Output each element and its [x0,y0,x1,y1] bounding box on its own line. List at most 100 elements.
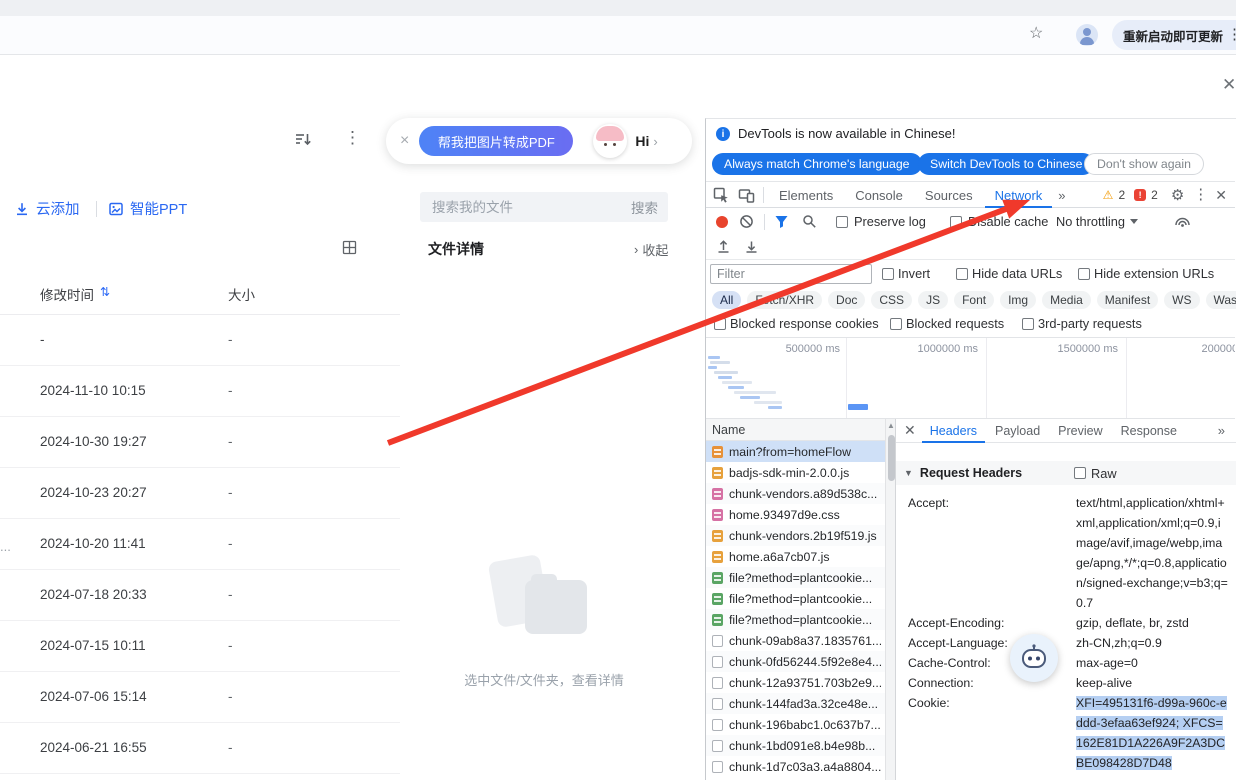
table-row[interactable]: 2024-06-21 16:55 - [0,723,400,774]
chip-img[interactable]: Img [1000,291,1036,309]
tab-preview[interactable]: Preview [1050,419,1110,443]
chip-font[interactable]: Font [954,291,994,309]
tab-console[interactable]: Console [845,183,913,208]
update-chip[interactable]: 重新启动即可更新 ⋮ [1112,20,1236,50]
export-har-icon[interactable] [744,239,759,254]
request-row[interactable]: file?method=plantcookie... [706,567,885,588]
grid-view-icon[interactable] [342,240,357,255]
chip-js[interactable]: JS [918,291,948,309]
file-search-input[interactable] [432,200,631,215]
assistant-mascot[interactable] [1010,634,1058,682]
network-conditions-icon[interactable] [1174,213,1191,229]
request-row[interactable]: chunk-0fd56244.5f92e8e4... [706,651,885,672]
table-row[interactable]: 2024-07-06 15:14 - [0,672,400,723]
chip-media[interactable]: Media [1042,291,1091,309]
clear-icon[interactable] [739,214,754,229]
request-row[interactable]: chunk-1bd091e8.b4e98b... [706,735,885,756]
table-row[interactable]: 2024-10-30 19:27 - [0,417,400,468]
match-language-button[interactable]: Always match Chrome's language [712,153,922,175]
request-row[interactable]: file?method=plantcookie... [706,609,885,630]
chip-fetch-xhr[interactable]: Fetch/XHR [747,291,822,309]
warning-icon[interactable]: ⚠ [1103,188,1114,202]
close-details-icon[interactable]: ✕ [904,422,916,439]
error-icon[interactable]: ! [1134,189,1146,201]
hide-extension-urls-checkbox[interactable] [1078,268,1090,280]
request-row[interactable]: chunk-vendors.a89d538c... [706,483,885,504]
request-row[interactable]: file?method=plantcookie... [706,588,885,609]
chip-manifest[interactable]: Manifest [1097,291,1158,309]
disable-cache-checkbox[interactable] [950,216,962,228]
more-tabs-icon[interactable]: » [1054,188,1069,203]
table-row[interactable]: 2024-07-18 20:33 - [0,570,400,621]
chip-ws[interactable]: WS [1164,291,1199,309]
tab-elements[interactable]: Elements [769,183,843,208]
tab-headers[interactable]: Headers [922,419,985,443]
table-row[interactable]: - - [0,315,400,366]
blocked-requests-checkbox[interactable] [890,318,902,330]
third-party-checkbox[interactable] [1022,318,1034,330]
timeline-overview[interactable]: 500000 ms 1000000 ms 1500000 ms 2000000 … [706,337,1235,419]
request-list-scrollbar[interactable]: ▲ [885,419,896,780]
table-row[interactable]: 2024-11-10 10:15 - [0,366,400,417]
request-row[interactable]: chunk-196babc1.0c637b7... [706,714,885,735]
profile-avatar-icon[interactable] [1076,24,1098,46]
cloud-add-button[interactable]: 云添加 [14,198,80,219]
blocked-response-cookies-checkbox[interactable] [714,318,726,330]
request-row[interactable]: chunk-12a93751.703b2e9... [706,672,885,693]
request-headers-section[interactable]: ▼ Request Headers Raw [896,461,1236,485]
page-more-icon[interactable]: ⋮ [344,131,361,145]
table-row[interactable]: 2024-07-15 10:11 - [0,621,400,672]
search-icon[interactable] [802,214,817,229]
invert-checkbox[interactable] [882,268,894,280]
file-search-button[interactable]: 搜索 [631,197,658,217]
request-row[interactable]: chunk-vendors.2b19f519.js [706,525,885,546]
tab-network[interactable]: Network [985,183,1053,208]
filter-funnel-icon[interactable] [774,214,789,229]
column-header-time[interactable]: 修改时间 [40,284,94,304]
devtools-menu-icon[interactable]: ⋮ [1193,188,1208,202]
hide-data-urls-checkbox[interactable] [956,268,968,280]
banner-close-icon[interactable]: ✕ [1222,77,1236,93]
tab-response[interactable]: Response [1113,419,1185,443]
table-row[interactable]: 2024-10-20 11:41 - [0,519,400,570]
device-toolbar-icon[interactable] [735,187,758,204]
table-row[interactable]: 2024-10-23 20:27 - [0,468,400,519]
collapse-button[interactable]: › 收起 [634,240,668,259]
inspect-element-icon[interactable] [710,187,733,204]
assistant-avatar[interactable] [593,124,627,158]
tab-payload[interactable]: Payload [987,419,1048,443]
request-list-header[interactable]: Name [706,419,895,441]
request-row[interactable]: chunk-1d7c03a3.a4a8804... [706,756,885,777]
tab-sources[interactable]: Sources [915,183,983,208]
collapse-triangle-icon[interactable]: ▼ [904,468,913,478]
request-row[interactable]: home.a6a7cb07.js [706,546,885,567]
chip-doc[interactable]: Doc [828,291,865,309]
column-header-size[interactable]: 大小 [228,284,255,304]
throttling-select[interactable]: No throttling [1056,214,1138,229]
request-row[interactable]: main?from=homeFlow [706,441,885,462]
record-button[interactable] [716,216,728,228]
chip-css[interactable]: CSS [871,291,912,309]
chip-all[interactable]: All [712,291,741,309]
browser-menu-icon[interactable]: ⋮ [1227,28,1236,42]
bookmark-star-icon[interactable]: ☆ [1029,26,1043,42]
raw-checkbox[interactable] [1074,467,1086,479]
chip-wasm[interactable]: Wasm [1206,291,1236,309]
assistant-greeting[interactable]: Hi [635,133,649,149]
smart-ppt-button[interactable]: 智能PPT [108,198,187,219]
filter-input[interactable] [710,264,872,284]
switch-chinese-button[interactable]: Switch DevTools to Chinese [918,153,1094,175]
scrollbar-thumb[interactable] [888,435,895,481]
devtools-close-icon[interactable]: ✕ [1215,187,1227,204]
sort-list-icon[interactable] [294,130,312,148]
request-row[interactable]: chunk-144fad3a.32ce48e... [706,693,885,714]
dont-show-again-button[interactable]: Don't show again [1084,153,1204,175]
scroll-up-icon[interactable]: ▲ [887,421,895,430]
request-row[interactable]: chunk-09ab8a37.1835761... [706,630,885,651]
request-row[interactable]: badjs-sdk-min-2.0.0.js [706,462,885,483]
assistant-chevron-icon[interactable]: › [653,134,657,149]
settings-gear-icon[interactable]: ⚙ [1171,186,1184,204]
preserve-log-checkbox[interactable] [836,216,848,228]
assistant-close-icon[interactable]: × [400,132,409,150]
convert-pdf-button[interactable]: 帮我把图片转成PDF [419,126,573,156]
